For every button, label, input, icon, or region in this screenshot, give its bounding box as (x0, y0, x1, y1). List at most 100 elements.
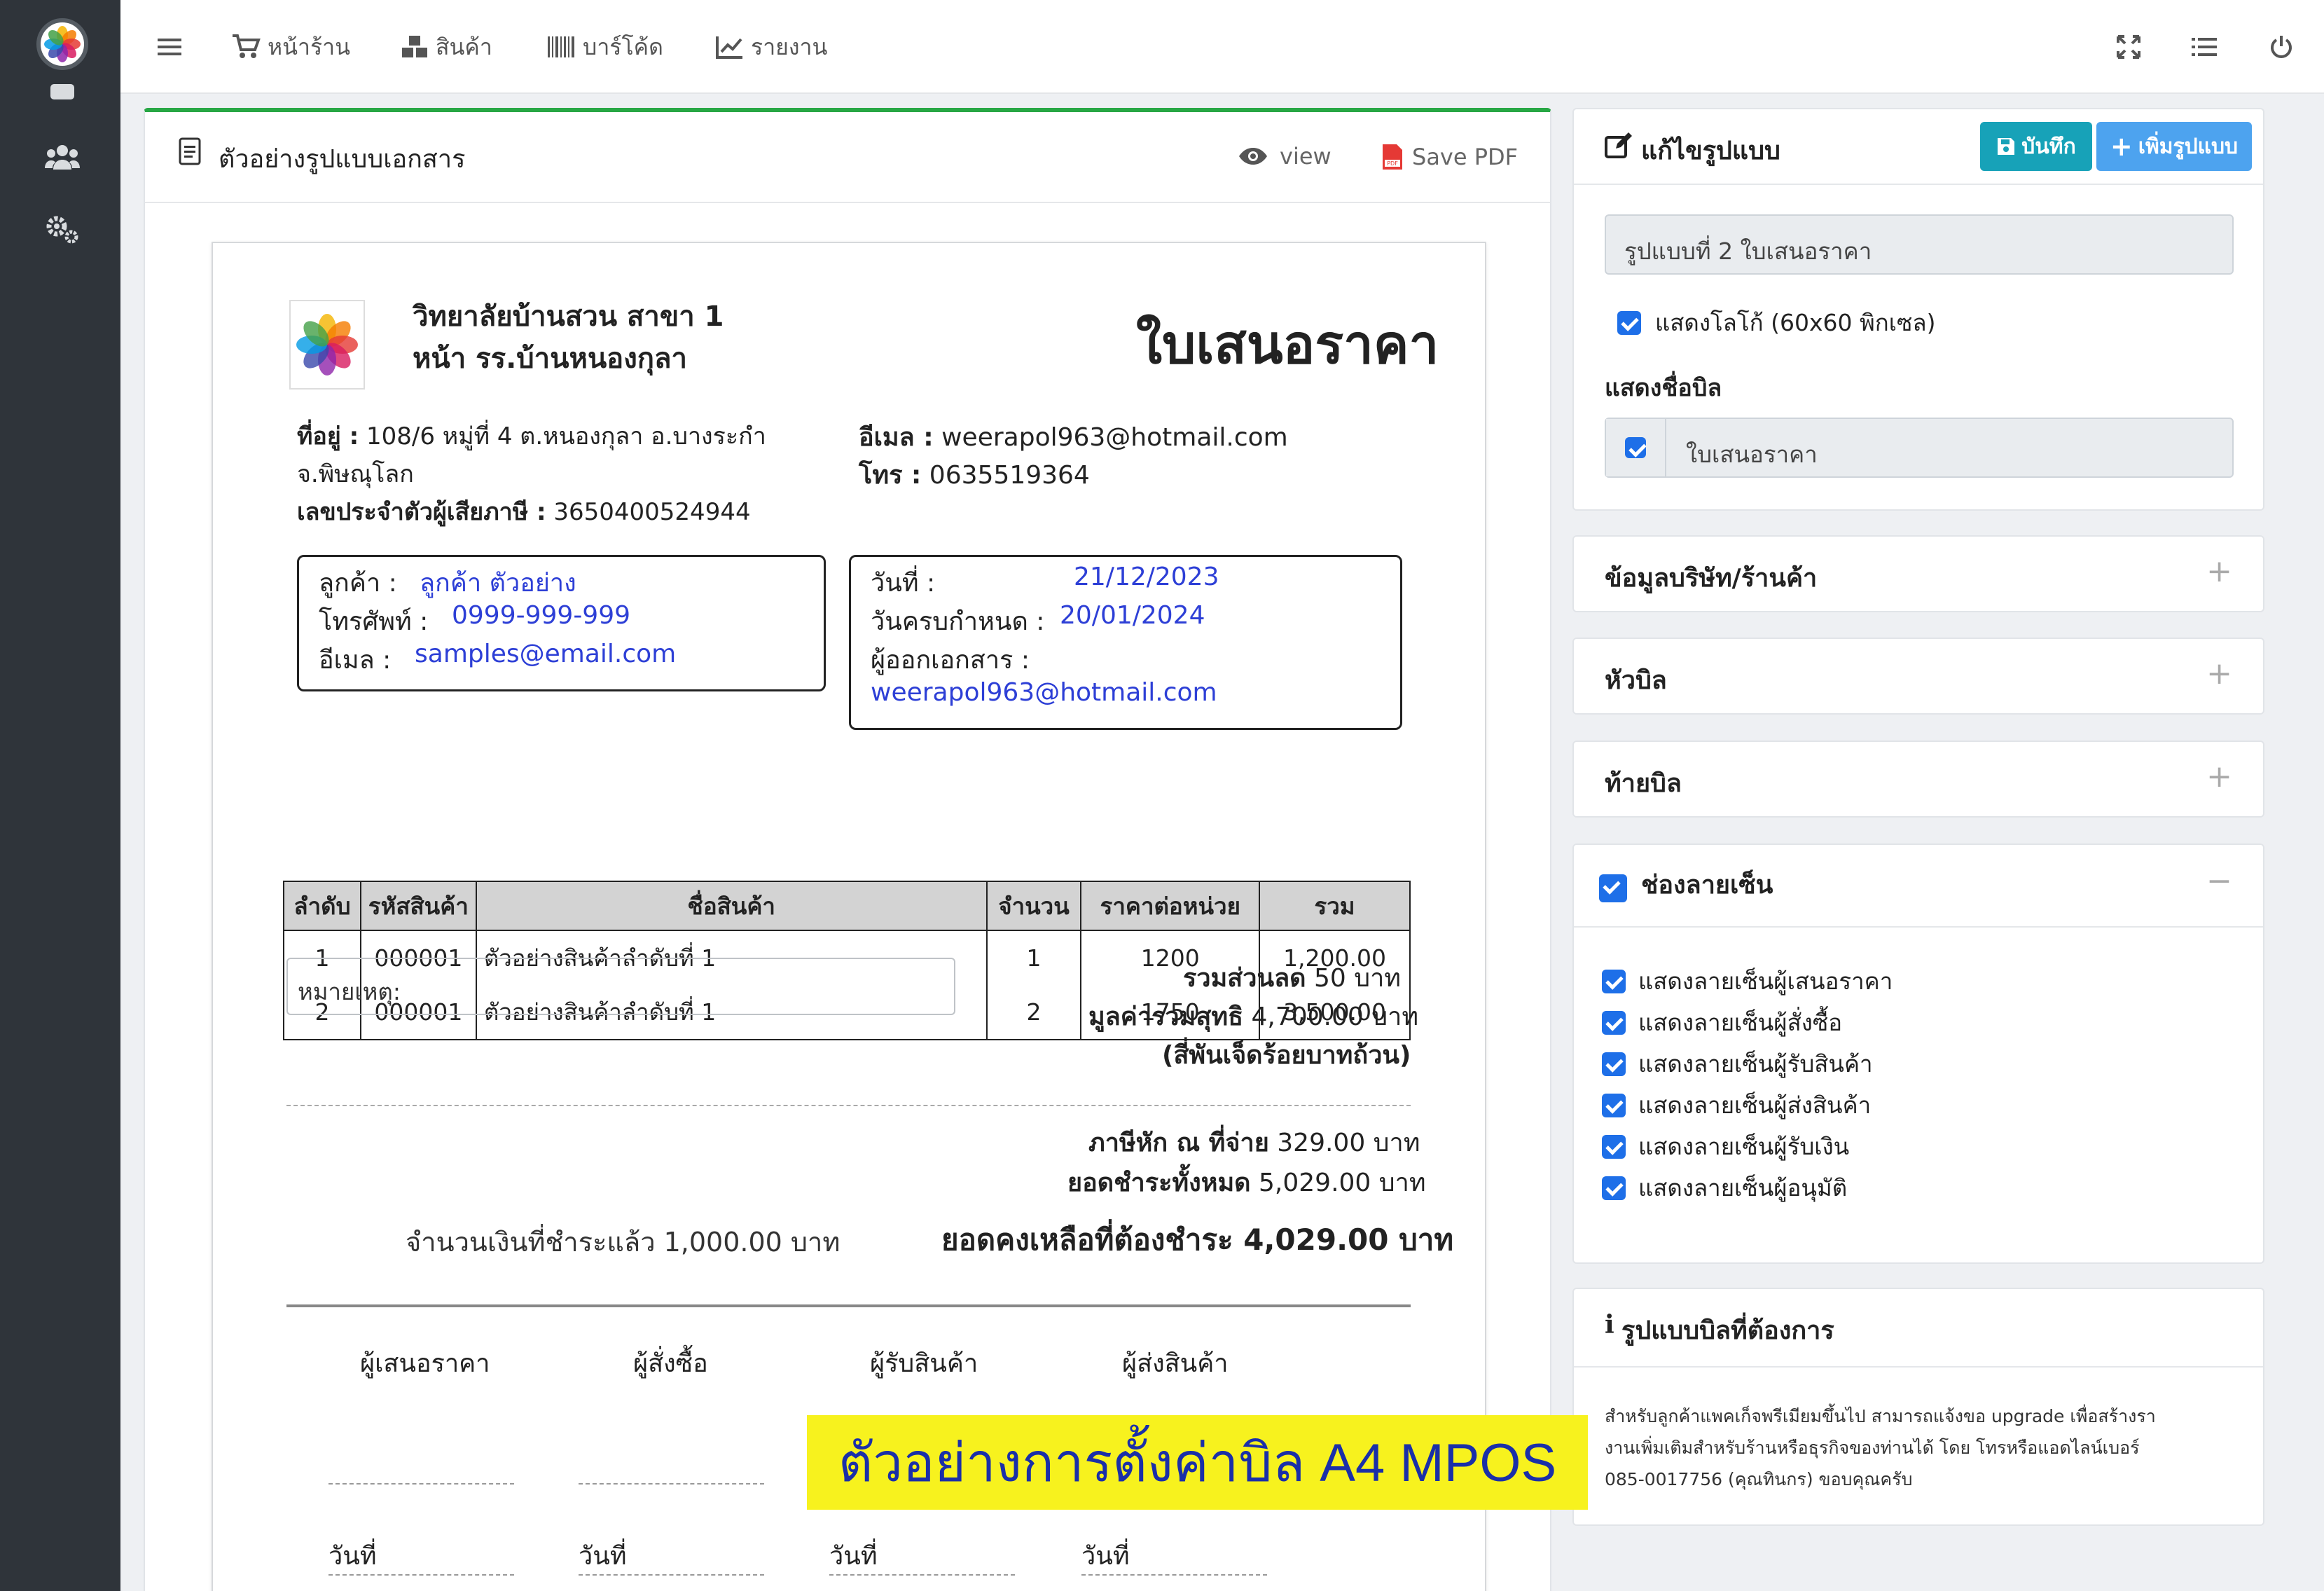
list-icon[interactable] (2187, 29, 2222, 64)
section-signature: ช่องลายเซ็น − แสดงลายเซ็นผู้เสนอราคา แสด… (1572, 843, 2264, 1264)
app-logo[interactable] (36, 18, 88, 70)
save-pdf-button[interactable]: PDF Save PDF (1381, 143, 1518, 171)
save-button[interactable]: บันทึก (1980, 122, 2092, 171)
customer-email-value: samples@email.com (415, 640, 677, 668)
email-label: อีเมล : (859, 423, 934, 452)
divider (286, 1105, 1411, 1106)
bill-name-heading: แสดงชื่อบิล (1605, 374, 1722, 402)
tax-label: เลขประจำตัวผู้เสียภาษี : (297, 498, 546, 526)
signature-option-label: แสดงลายเซ็นผู้อนุมัติ (1638, 1174, 1848, 1201)
power-icon[interactable] (2264, 29, 2299, 64)
hamburger-icon[interactable] (152, 29, 187, 64)
date-line (328, 1574, 514, 1576)
signature-option-checkbox[interactable] (1602, 1176, 1626, 1200)
section-header-title: หัวบิล (1605, 666, 1667, 695)
info-card-header: i รูปแบบบิลที่ต้องการ (1574, 1289, 2263, 1368)
bill-name-checkbox[interactable] (1625, 437, 1646, 458)
signature-label: ผู้รับสินค้า (870, 1349, 978, 1378)
show-logo-checkbox[interactable] (1617, 310, 1641, 335)
partial-menu-icon[interactable] (43, 76, 81, 113)
section-bill-header[interactable]: หัวบิล + (1572, 638, 2264, 715)
grand-total-line: ยอดชำระทั้งหมด 5,029.00 บาท (1067, 1162, 1426, 1202)
edit-icon (1605, 132, 1632, 158)
signature-option-checkbox[interactable] (1602, 969, 1626, 993)
expand-icon[interactable]: + (2206, 759, 2232, 794)
cart-icon (233, 34, 261, 58)
info-text-line1: สำหรับลูกค้าแพคเก็จพรีเมียมขึ้นไป สามารถ… (1605, 1406, 2156, 1426)
signature-option[interactable]: แสดงลายเซ็นผู้เสนอราคา (1602, 963, 1893, 1000)
section-company-info[interactable]: ข้อมูลบริษัท/ร้านค้า + (1572, 535, 2264, 612)
signature-option[interactable]: แสดงลายเซ็นผู้รับสินค้า (1602, 1045, 1873, 1082)
total-value: 5,029.00 บาท (1259, 1169, 1426, 1197)
signature-section-header[interactable]: ช่องลายเซ็น − (1574, 845, 2263, 928)
phone-value: 0635519364 (929, 461, 1090, 490)
signature-option[interactable]: แสดงลายเซ็นผู้อนุมัติ (1602, 1169, 1847, 1206)
bill-name-checkbox-addon (1606, 419, 1666, 476)
section-company-title: ข้อมูลบริษัท/ร้านค้า (1605, 564, 1818, 593)
section-bill-footer[interactable]: ท้ายบิล + (1572, 741, 2264, 818)
signature-option-label: แสดงลายเซ็นผู้รับเงิน (1638, 1133, 1850, 1160)
expand-icon[interactable]: + (2206, 656, 2232, 691)
info-icon: i (1605, 1310, 1614, 1339)
company-address-line2: จ.พิษณุโลก (297, 460, 414, 488)
signature-date-label: วันที่ (328, 1542, 377, 1571)
bill-name-input[interactable]: ใบเสนอราคา (1605, 418, 2234, 478)
line-chart-icon (716, 36, 742, 59)
table-header-row: ลำดับ รหัสสินค้า ชื่อสินค้า จำนวน ราคาต่… (283, 881, 1411, 931)
issuer-value: weerapol963@hotmail.com (871, 678, 1217, 707)
tax-id-value: 3650400524944 (553, 498, 751, 526)
document-preview-card: ตัวอย่างรูปแบบเอกสาร view PDF Save PDF ว… (144, 108, 1551, 1591)
signature-option[interactable]: แสดงลายเซ็นผู้รับเงิน (1602, 1128, 1849, 1165)
cell-qty: 2 (985, 985, 1082, 1040)
note-field[interactable]: หมายเหตุ: (286, 958, 955, 1015)
view-label: view (1280, 143, 1332, 170)
company-logo-icon (289, 300, 365, 390)
signature-option[interactable]: แสดงลายเซ็นผู้ส่งสินค้า (1602, 1087, 1871, 1124)
collapse-icon[interactable]: − (2206, 863, 2232, 899)
gears-icon[interactable] (43, 210, 81, 248)
discount-line: รวมส่วนลด 50 บาท (1183, 958, 1401, 998)
pdf-file-icon: PDF (1383, 144, 1402, 170)
signature-option-checkbox[interactable] (1602, 1052, 1626, 1076)
section-signature-title: ช่องลายเซ็น (1641, 871, 1773, 900)
caption-banner: ตัวอย่างการตั้งค่าบิล A4 MPOS (807, 1415, 1588, 1510)
plus-icon: + (2110, 131, 2133, 162)
view-button[interactable]: view (1238, 143, 1332, 170)
document-paper: วิทยาลัยบ้านสวน สาขา 1 หน้า รร.บ้านหนองก… (212, 242, 1486, 1591)
add-template-button[interactable]: + เพิ่มรูปแบบ (2096, 122, 2252, 171)
signature-line (579, 1483, 764, 1485)
show-logo-option[interactable]: แสดงโลโก้ (60x60 พิกเซล) (1617, 304, 1935, 341)
divider (286, 1304, 1411, 1307)
fullscreen-icon[interactable] (2111, 29, 2146, 64)
discount-label: รวมส่วนลด (1183, 964, 1306, 993)
topbar: หน้าร้าน สินค้า บาร์โค้ด รายงาน (120, 0, 2324, 94)
nav-barcode[interactable]: บาร์โค้ด (548, 29, 663, 64)
expand-icon[interactable]: + (2206, 553, 2232, 589)
customer-phone-value: 0999-999-999 (452, 601, 631, 630)
cubes-icon (402, 36, 427, 57)
info-card: i รูปแบบบิลที่ต้องการ สำหรับลูกค้าแพคเก็… (1572, 1288, 2264, 1526)
signature-option-checkbox[interactable] (1602, 1010, 1626, 1035)
nav-reports[interactable]: รายงาน (716, 29, 827, 64)
template-name-input[interactable]: รูปแบบที่ 2 ใบเสนอราคา (1605, 214, 2234, 275)
nav-storefront-label: หน้าร้าน (268, 33, 350, 60)
signature-section-checkbox[interactable] (1599, 874, 1627, 902)
users-icon[interactable] (43, 139, 81, 177)
photos-flower-icon (44, 26, 81, 62)
signature-option[interactable]: แสดงลายเซ็นผู้สั่งซื้อ (1602, 1004, 1842, 1041)
customer-phone-label: โทรศัพท์ : (319, 607, 429, 636)
customer-box: ลูกค้า : ลูกค้า ตัวอย่าง โทรศัพท์ : 0999… (297, 555, 826, 691)
barcode-icon (548, 36, 574, 57)
col-header-no: ลำดับ (283, 881, 361, 931)
tax-id-line: เลขประจำตัวผู้เสียภาษี : 3650400524944 (297, 493, 751, 530)
due-date-value: 20/01/2024 (1060, 601, 1205, 630)
wht-label: ภาษีหัก ณ ที่จ่าย (1088, 1129, 1269, 1157)
nav-storefront[interactable]: หน้าร้าน (233, 29, 350, 64)
signature-option-checkbox[interactable] (1602, 1134, 1626, 1159)
info-text-line2: งานเพิ่มเติมสำหรับร้านหรือธุรกิจของท่านไ… (1605, 1438, 2140, 1458)
nav-products[interactable]: สินค้า (401, 29, 492, 64)
signature-option-checkbox[interactable] (1602, 1093, 1626, 1117)
company-phone-line: โทร : 0635519364 (859, 455, 1090, 495)
customer-value: ลูกค้า ตัวอย่าง (420, 569, 576, 598)
bill-name-value: ใบเสนอราคา (1686, 441, 1818, 468)
